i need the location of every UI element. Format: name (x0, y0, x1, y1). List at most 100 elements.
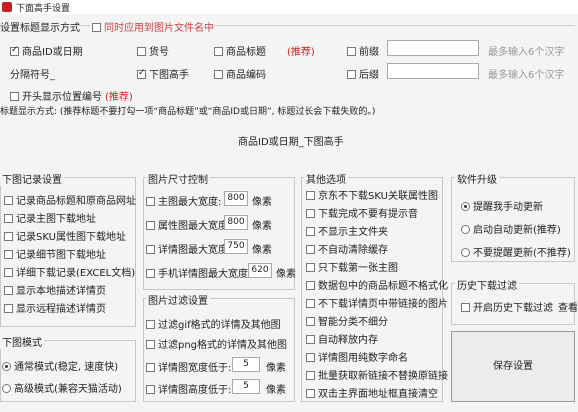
checkbox-label: 智能分类不细分 (318, 317, 388, 328)
record-settings-title: 下图记录设置 (0, 171, 64, 186)
checkbox-show-position-no[interactable]: 开头显示位置编号 (10, 88, 102, 103)
record-option-item[interactable]: 记录主图下载地址 (4, 210, 96, 225)
suffix-input[interactable] (387, 63, 479, 79)
checkbox-box[interactable] (146, 363, 155, 372)
checkbox-box[interactable] (306, 245, 315, 254)
checkbox-label: 记录商品标题和原商品网址 (16, 196, 136, 207)
save-settings-button[interactable]: 保存设置 (451, 331, 575, 402)
checkbox-box[interactable] (4, 214, 13, 223)
divider (210, 25, 575, 26)
record-option-item[interactable]: 记录细节图下载地址 (4, 246, 106, 261)
checkbox-box[interactable] (146, 221, 155, 230)
size-limit-checkbox[interactable]: 详情图最大宽度: (146, 241, 231, 256)
checkbox-box[interactable] (306, 263, 315, 272)
record-option-item[interactable]: 记录SKU属性图下载地址 (4, 228, 126, 243)
apply-to-image-checkbox[interactable]: 同时应用到图片文件名中 (92, 19, 214, 34)
size-limit-checkbox[interactable]: 主图最大宽度: (146, 193, 221, 208)
other-option-item[interactable]: 批量获取新链接不替换原链接 (306, 367, 448, 382)
record-option-item[interactable]: 显示远程描述详情页 (4, 300, 106, 315)
checkbox-box[interactable] (4, 196, 13, 205)
size-limit-checkbox[interactable]: 属性图最大宽度: (146, 217, 231, 232)
other-option-item[interactable]: 只下载第一张主图 (306, 259, 398, 274)
checkbox-product-title[interactable]: 商品标题 (214, 43, 266, 58)
other-option-item[interactable]: 不下载详情页中带链接的图片 (306, 295, 448, 310)
checkbox-box[interactable] (306, 353, 315, 362)
checkbox-label: 下载完成不要有提示音 (318, 209, 418, 220)
other-option-item[interactable]: 不显示主文件夹 (306, 223, 388, 238)
divider (76, 25, 90, 26)
checkbox-box[interactable] (4, 232, 13, 241)
checkbox-label: 批量获取新链接不替换原链接 (318, 371, 448, 382)
upgrade-never-radio[interactable]: 不要提醒更新(不推荐) (461, 244, 571, 259)
other-option-item[interactable]: 京东不下载SKU关联属性图 (306, 187, 438, 202)
prefix-input[interactable] (387, 40, 479, 56)
recommend-label: (推荐) (287, 47, 315, 58)
upgrade-auto-radio[interactable]: 启动自动更新(推荐) (461, 221, 561, 236)
other-option-item[interactable]: 详情图用纯数字命名 (306, 349, 408, 364)
other-option-item[interactable]: 不自动清除缓存 (306, 241, 388, 256)
other-option-item[interactable]: 智能分类不细分 (306, 313, 388, 328)
checkbox-label: 详情图最大宽度: (158, 245, 232, 256)
filter-png-checkbox[interactable]: 过滤png格式的详情及其他图 (146, 336, 287, 351)
history-filter-title: 历史下载过滤 (455, 277, 519, 292)
checkbox-box[interactable] (146, 245, 155, 254)
checkbox-prefix[interactable]: 前缀 (347, 43, 379, 58)
mode-normal-radio[interactable]: 通常模式(稳定, 速度快) (2, 358, 118, 373)
size-limit-checkbox[interactable]: 手机详情图最大宽度: (146, 265, 251, 280)
record-option-item[interactable]: 记录商品标题和原商品网址 (4, 192, 136, 207)
checkbox-box[interactable] (306, 299, 315, 308)
checkbox-label: 主图最大宽度: (158, 197, 222, 208)
filter-value-input[interactable]: 5 (232, 357, 260, 372)
size-value-input[interactable]: 620 (248, 263, 272, 278)
checkbox-box[interactable] (306, 281, 315, 290)
checkbox-box[interactable] (146, 197, 155, 206)
record-option-item[interactable]: 详细下载记录(EXCEL文档) (4, 264, 135, 279)
size-unit-label: 像素 (252, 197, 272, 208)
checkbox-box[interactable] (306, 209, 315, 218)
checkbox-box[interactable] (306, 371, 315, 380)
checkbox-product-id-date[interactable]: 商品ID或日期 (10, 43, 83, 58)
mode-advanced-radio[interactable]: 高级模式(兼容天猫活动) (2, 380, 122, 395)
checkbox-box[interactable] (306, 317, 315, 326)
checkbox-box[interactable] (306, 335, 315, 344)
record-option-item[interactable]: 显示本地描述详情页 (4, 282, 106, 297)
checkbox-box[interactable] (146, 269, 155, 278)
size-value-input[interactable]: 800 (224, 191, 248, 206)
naming-section-title: 设置标题显示方式 (0, 23, 80, 34)
checkbox-box[interactable] (4, 304, 13, 313)
separator-label: 分隔符号_ (10, 70, 55, 81)
checkbox-suffix[interactable]: 后缀 (347, 66, 379, 81)
other-option-item[interactable]: 双击主界面地址框直接清空 (306, 385, 438, 400)
checkbox-item-no[interactable]: 货号 (137, 43, 169, 58)
checkbox-box[interactable] (306, 191, 315, 200)
history-view-link[interactable]: 查看 (558, 299, 578, 314)
other-option-item[interactable]: 下载完成不要有提示音 (306, 205, 418, 220)
filter-gif-checkbox[interactable]: 过滤gif格式的详情及其他图 (146, 316, 281, 331)
filter-value-input[interactable]: 5 (232, 379, 260, 394)
checkbox-label: 记录SKU属性图下载地址 (16, 232, 126, 243)
size-value-input[interactable]: 800 (224, 215, 248, 230)
checkbox-box[interactable] (4, 268, 13, 277)
filter-size-checkbox[interactable]: 详情图宽度低于: (146, 359, 231, 374)
checkbox-box[interactable] (306, 227, 315, 236)
checkbox-label: 双击主界面地址框直接清空 (318, 389, 438, 400)
checkbox-label: 显示远程描述详情页 (16, 304, 106, 315)
upgrade-manual-radio[interactable]: 提醒我手动更新 (461, 198, 543, 213)
prefix-hint: 最多输入6个汉字 (488, 47, 565, 58)
checkbox-box[interactable] (4, 286, 13, 295)
download-mode-title: 下图模式 (0, 334, 44, 349)
checkbox-download-master[interactable]: 下图高手 (137, 66, 189, 81)
upgrade-title: 软件升级 (455, 171, 499, 186)
other-option-item[interactable]: 自动释放内存 (306, 331, 378, 346)
settings-window: 下面高手设置 设置标题显示方式 同时应用到图片文件名中 商品ID或日期 货号 商… (0, 0, 578, 412)
checkbox-product-code[interactable]: 商品编码 (214, 66, 266, 81)
history-filter-checkbox[interactable]: 开启历史下载过滤 (461, 299, 553, 314)
checkbox-box[interactable] (306, 389, 315, 398)
other-option-item[interactable]: 数据包中的商品标题不格式化 (306, 277, 448, 292)
checkbox-label: 详情图用纯数字命名 (318, 353, 408, 364)
filter-size-checkbox[interactable]: 详情图高度低于: (146, 381, 231, 396)
checkbox-box[interactable] (4, 250, 13, 259)
checkbox-label: 详情图宽度低于: (158, 363, 232, 374)
checkbox-box[interactable] (146, 385, 155, 394)
size-value-input[interactable]: 750 (224, 239, 248, 254)
